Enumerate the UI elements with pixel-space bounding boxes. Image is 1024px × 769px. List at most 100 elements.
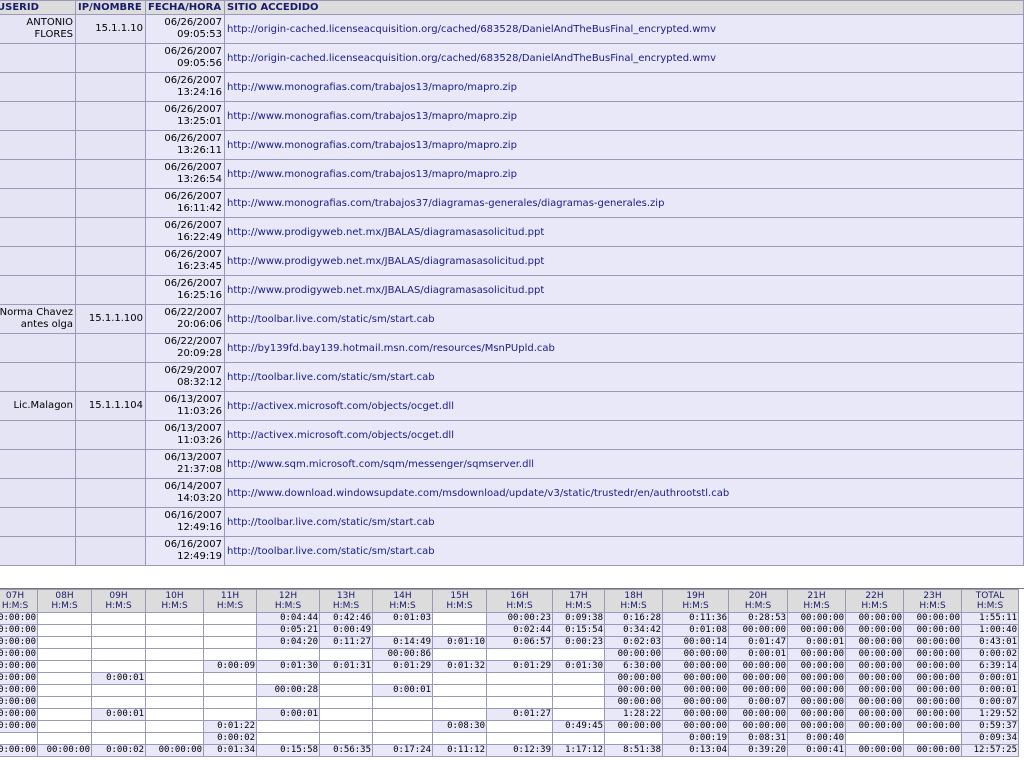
log-site-link[interactable]: http://www.monografias.com/trabajos13/ma…: [227, 82, 517, 93]
hour-column-header[interactable]: 12H H:M:S: [256, 589, 320, 613]
hours-cell: 0:09:34: [961, 732, 1019, 745]
hour-unit-label: H:M:S: [1, 601, 29, 611]
hours-cell: [552, 696, 605, 709]
log-site-cell: http://activex.microsoft.com/objects/ocg…: [224, 420, 1024, 450]
hours-cell: 00:00:00: [845, 672, 904, 685]
hours-cell: 0:00:01: [961, 672, 1019, 685]
ip-column-header[interactable]: IP/NOMBRE: [75, 0, 146, 15]
hours-cell: 00:00:00: [845, 696, 904, 709]
hours-cell: [145, 660, 204, 673]
log-site-link[interactable]: http://activex.microsoft.com/objects/ocg…: [227, 430, 454, 441]
log-userid-cell: [0, 362, 76, 392]
hour-column-header[interactable]: 18H H:M:S: [604, 589, 663, 613]
hours-cell: [432, 672, 487, 685]
log-site-link[interactable]: http://www.monografias.com/trabajos37/di…: [227, 198, 664, 209]
hour-column-header[interactable]: 21H H:M:S: [787, 589, 846, 613]
log-site-link[interactable]: http://www.prodigyweb.net.mx/JBALAS/diag…: [227, 227, 544, 238]
hours-cell: 00:00:00: [662, 708, 729, 721]
site-column-header[interactable]: SITIO ACCEDIDO: [224, 0, 1024, 15]
log-date: 06/22/2007: [164, 307, 222, 318]
hours-cell: [256, 672, 320, 685]
hours-cell: 0:00:00: [0, 696, 38, 709]
hour-column-header[interactable]: 15H H:M:S: [432, 589, 487, 613]
log-time: 14:03:20: [177, 493, 222, 504]
log-date: 06/14/2007: [164, 481, 222, 492]
log-site-link[interactable]: http://toolbar.live.com/static/sm/start.…: [227, 546, 435, 557]
log-site-link[interactable]: http://by139fd.bay139.hotmail.msn.com/re…: [227, 343, 555, 354]
hours-cell: 00:00:00: [903, 660, 962, 673]
hours-cell: [372, 732, 433, 745]
hours-cell: [37, 648, 92, 661]
hour-column-header[interactable]: 17H H:M:S: [552, 589, 605, 613]
hours-cell: 00:00:00: [662, 684, 729, 697]
hours-cell: [486, 720, 553, 733]
hours-cell: [319, 708, 373, 721]
hours-cell: [37, 696, 92, 709]
hours-cell: 1:28:22: [604, 708, 663, 721]
log-site-link[interactable]: http://www.sqm.microsoft.com/sqm/messeng…: [227, 459, 534, 470]
log-site-cell: http://www.sqm.microsoft.com/sqm/messeng…: [224, 449, 1024, 479]
hours-cell: [552, 684, 605, 697]
hours-summary-pane[interactable]: 07H H:M:S 08H H:M:S 09H H:M:S 10H H:M:S 11H H:M:S…: [0, 588, 1024, 769]
hours-cell: [91, 720, 146, 733]
log-site-link[interactable]: http://toolbar.live.com/static/sm/start.…: [227, 314, 435, 325]
hour-unit-label: H:M:S: [161, 601, 188, 611]
hours-cell: 00:00:00: [903, 684, 962, 697]
log-site-link[interactable]: http://activex.microsoft.com/objects/ocg…: [227, 401, 454, 412]
hour-label: 21H: [807, 591, 826, 601]
hour-unit-label: H:M:S: [565, 601, 592, 611]
log-site-link[interactable]: http://toolbar.live.com/static/sm/start.…: [227, 517, 435, 528]
hours-cell: 0:00:49: [319, 624, 373, 637]
hour-column-header[interactable]: 13H H:M:S: [319, 589, 373, 613]
log-site-link[interactable]: http://www.monografias.com/trabajos13/ma…: [227, 169, 517, 180]
log-site-link[interactable]: http://www.monografias.com/trabajos13/ma…: [227, 111, 517, 122]
hour-column-header[interactable]: TOTAL H:M:S: [961, 589, 1019, 613]
userid-column-header[interactable]: USERID: [0, 0, 76, 15]
log-site-link[interactable]: http://www.monografias.com/trabajos13/ma…: [227, 140, 517, 151]
log-site-link[interactable]: http://toolbar.live.com/static/sm/start.…: [227, 372, 435, 383]
hour-column-header[interactable]: 08H H:M:S: [37, 589, 92, 613]
hours-cell: 00:00:00: [787, 648, 846, 661]
log-site-link[interactable]: http://www.download.windowsupdate.com/ms…: [227, 488, 729, 499]
hours-cell: [372, 720, 433, 733]
hours-cell: 0:00:01: [91, 672, 146, 685]
log-date: 06/26/2007: [164, 46, 222, 57]
access-log-pane[interactable]: USERID IP/NOMBRE FECHA/HORA SITIO ACCEDI…: [0, 0, 1024, 588]
hour-column-header[interactable]: 23H H:M:S: [903, 589, 962, 613]
log-ip-cell: [75, 101, 146, 131]
log-userid-cell: Norma Chavez antes olga: [0, 304, 76, 334]
log-time: 11:03:26: [177, 406, 222, 417]
log-userid-cell: [0, 333, 76, 363]
hour-column-header[interactable]: 19H H:M:S: [662, 589, 729, 613]
hours-cell: [91, 624, 146, 637]
log-row: 06/14/2007 14:03:20 http://www.download.wi…: [0, 478, 1024, 508]
hour-unit-label: H:M:S: [105, 601, 132, 611]
hour-column-header[interactable]: 10H H:M:S: [145, 589, 204, 613]
hours-cell: [486, 696, 553, 709]
hour-column-header[interactable]: 20H H:M:S: [728, 589, 788, 613]
log-site-link[interactable]: http://origin-cached.licenseacquisition.…: [227, 53, 716, 64]
hour-column-header[interactable]: 07H H:M:S: [0, 589, 38, 613]
hour-column-header[interactable]: 14H H:M:S: [372, 589, 433, 613]
hours-cell: 0:01:22: [203, 720, 257, 733]
hours-cell: 00:00:00: [662, 696, 729, 709]
hours-cell: [37, 612, 92, 625]
log-ip-cell: [75, 507, 146, 537]
log-time: 16:23:45: [177, 261, 222, 272]
date-column-header[interactable]: FECHA/HORA: [145, 0, 225, 15]
log-time: 08:32:12: [177, 377, 222, 388]
log-site-link[interactable]: http://origin-cached.licenseacquisition.…: [227, 24, 716, 35]
log-site-cell: http://origin-cached.licenseacquisition.…: [224, 14, 1024, 44]
hour-column-header[interactable]: 09H H:M:S: [91, 589, 146, 613]
hour-column-header[interactable]: 11H H:M:S: [203, 589, 257, 613]
log-userid-cell: [0, 449, 76, 479]
log-site-link[interactable]: http://www.prodigyweb.net.mx/JBALAS/diag…: [227, 285, 544, 296]
log-site-link[interactable]: http://www.prodigyweb.net.mx/JBALAS/diag…: [227, 256, 544, 267]
hours-cell: 00:00:00: [662, 672, 729, 685]
log-site-cell: http://toolbar.live.com/static/sm/start.…: [224, 362, 1024, 392]
log-row: 06/26/2007 13:25:01 http://www.monografias…: [0, 101, 1024, 131]
hours-cell: 0:04:20: [256, 636, 320, 649]
log-userid-cell: [0, 130, 76, 160]
hour-column-header[interactable]: 16H H:M:S: [486, 589, 553, 613]
hour-column-header[interactable]: 22H H:M:S: [845, 589, 904, 613]
